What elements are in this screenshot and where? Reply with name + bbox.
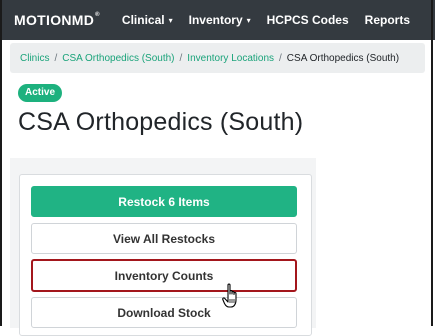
- nav-item-inventory[interactable]: Inventory ▾: [189, 13, 251, 27]
- page-title: CSA Orthopedics (South): [18, 108, 304, 136]
- breadcrumb-separator: /: [179, 52, 183, 64]
- nav-item-reports[interactable]: Reports: [365, 13, 410, 27]
- status-badge: Active: [18, 84, 63, 102]
- breadcrumb-separator: /: [279, 52, 282, 64]
- caret-down-icon: ▾: [168, 15, 173, 25]
- breadcrumb-current: CSA Orthopedics (South): [286, 52, 400, 64]
- view-all-restocks-button[interactable]: View All Restocks: [31, 223, 297, 254]
- brand-logo[interactable]: MOTIONMD®: [14, 12, 100, 28]
- nav-item-label: HCPCS Codes: [266, 13, 349, 27]
- restock-button[interactable]: Restock 6 Items: [31, 186, 297, 217]
- breadcrumb-link-clinics[interactable]: Clinics: [20, 53, 49, 64]
- inventory-counts-button[interactable]: Inventory Counts: [31, 259, 297, 292]
- breadcrumb-link-inventory-locations[interactable]: Inventory Locations: [187, 53, 274, 64]
- hand-pointer-icon: [222, 283, 237, 308]
- breadcrumb-separator: /: [54, 52, 58, 64]
- nav-item-clinical[interactable]: Clinical ▾: [122, 13, 173, 27]
- nav-item-label: Clinical: [121, 13, 165, 27]
- download-stock-button[interactable]: Download Stock: [31, 297, 297, 328]
- nav-item-hcpcs-codes[interactable]: HCPCS Codes: [267, 13, 349, 27]
- breadcrumb-link-clinic[interactable]: CSA Orthopedics (South): [62, 53, 174, 64]
- nav-item-label: Inventory: [188, 13, 243, 27]
- nav-item-label: Reports: [364, 13, 410, 27]
- breadcrumb: Clinics / CSA Orthopedics (South) / Inve…: [10, 43, 425, 73]
- caret-down-icon: ▾: [246, 15, 251, 25]
- brand-name: MOTIONMD: [14, 12, 95, 28]
- brand-registered-mark: ®: [95, 12, 100, 18]
- top-navbar: MOTIONMD® Clinical ▾ Inventory ▾ HCPCS C…: [0, 0, 435, 40]
